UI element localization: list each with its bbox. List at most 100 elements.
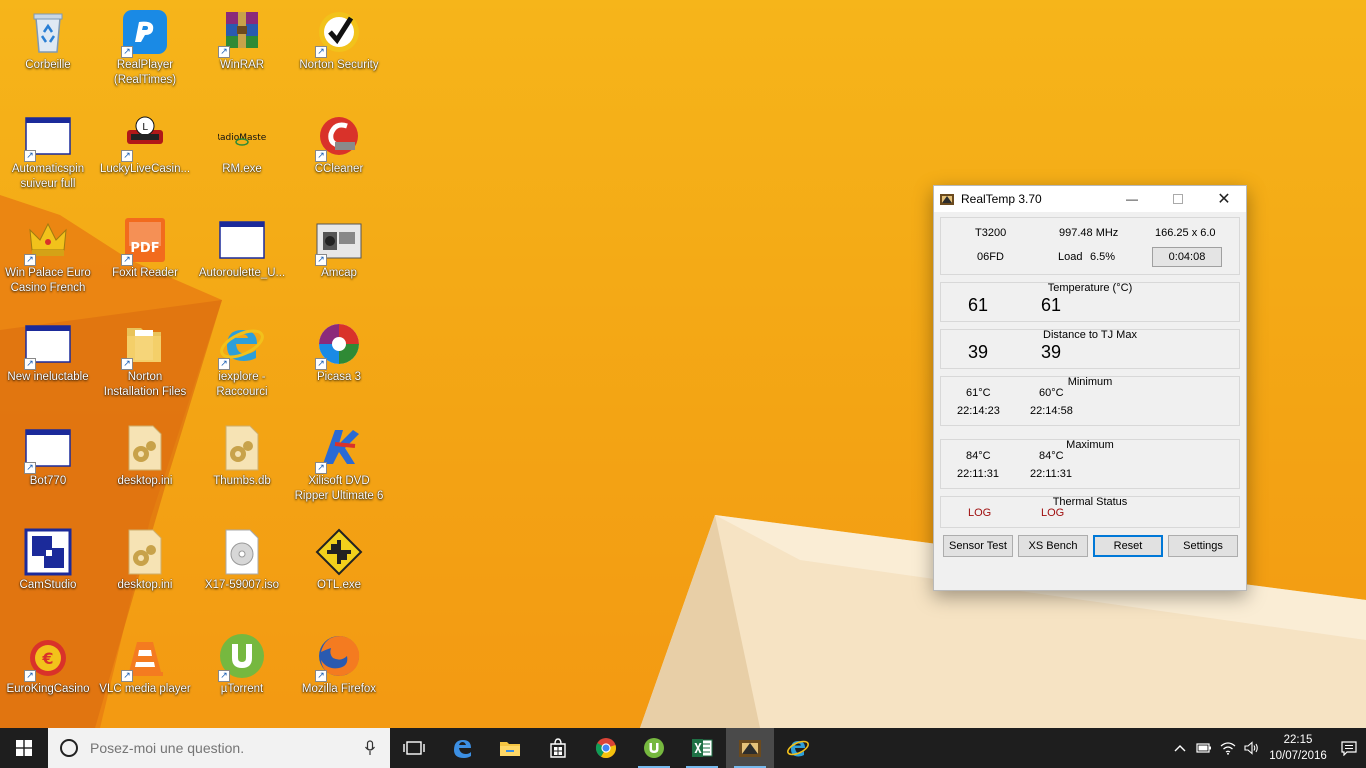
xs-bench-button[interactable]: XS Bench [1018, 535, 1088, 557]
settings-button[interactable]: Settings [1168, 535, 1238, 557]
desktop-icon[interactable]: ↗ New ineluctable [0, 312, 96, 412]
desktop-icon[interactable]: RadioMaster RM.exe [194, 104, 290, 204]
shortcut-arrow-icon: ↗ [121, 358, 133, 370]
desktop-icon[interactable]: ↗ Norton Security [291, 0, 387, 100]
desktop-icon[interactable]: ↗ Win Palace Euro Casino French [0, 208, 96, 308]
excel-icon [692, 739, 713, 757]
button-row: Sensor Test XS Bench Reset Settings [940, 535, 1240, 557]
desktop-icon[interactable]: ↗ Xilisoft DVD Ripper Ultimate 6 [291, 416, 387, 516]
reset-button[interactable]: Reset [1093, 535, 1163, 557]
taskbar-internet-explorer[interactable] [774, 728, 822, 768]
shortcut-arrow-icon: ↗ [24, 254, 36, 266]
maximize-icon [1173, 194, 1183, 204]
sensor-test-button[interactable]: Sensor Test [943, 535, 1013, 557]
wifi-button[interactable] [1216, 728, 1240, 768]
desktop-icon[interactable]: Corbeille [0, 0, 96, 100]
shortcut-arrow-icon: ↗ [315, 462, 327, 474]
minimize-icon: — [1126, 192, 1138, 206]
core1-min-temp: 60°C [1039, 387, 1064, 399]
close-button[interactable]: ✕ [1201, 186, 1247, 212]
taskbar-file-explorer[interactable] [486, 728, 534, 768]
search-input[interactable] [90, 740, 350, 756]
desktop-icon-label: Norton Security [299, 59, 379, 71]
recycle-bin-icon [24, 8, 72, 56]
desktop-icon-grid: Corbeille ↗ RealPlayer (RealTimes) ↗ WinRAR ↗… [0, 0, 400, 728]
shortcut-arrow-icon: ↗ [218, 670, 230, 682]
start-button[interactable] [0, 728, 48, 768]
desktop-icon[interactable]: ↗ Automaticspin suiveur full [0, 104, 96, 204]
core1-thermal-status: LOG [1041, 507, 1065, 519]
settings-file-icon [218, 424, 266, 472]
desktop-icon[interactable]: Autoroulette_U... [194, 208, 290, 308]
windows-logo-icon [16, 740, 32, 756]
desktop-icon[interactable]: ↗ iexplore - Raccourci [194, 312, 290, 412]
cpu-id: 06FD [977, 251, 1004, 263]
edge-icon [454, 740, 471, 758]
maximum-group: Maximum 84°C 84°C 22:11:31 22:11:31 [940, 439, 1240, 489]
desktop-icon-label: CamStudio [19, 579, 77, 591]
desktop-icon[interactable]: Thumbs.db [194, 416, 290, 516]
realtemp-window[interactable]: RealTemp 3.70 — ✕ T3200 997.48 MHz 166.2… [933, 185, 1247, 591]
action-center-button[interactable] [1332, 728, 1366, 768]
task-view-button[interactable] [390, 728, 438, 768]
desktop-icon[interactable]: ↗ RealPlayer (RealTimes) [97, 0, 193, 100]
microphone-icon[interactable] [364, 740, 376, 756]
core1-distance: 39 [1041, 342, 1062, 362]
taskbar-excel[interactable] [678, 728, 726, 768]
desktop-icon[interactable]: L ↗ LuckyLiveCasin... [97, 104, 193, 204]
shortcut-arrow-icon: ↗ [218, 46, 230, 58]
maximize-button[interactable] [1155, 186, 1201, 212]
radiomaster-icon: RadioMaster [218, 112, 266, 160]
realtemp-app-icon [739, 740, 761, 757]
desktop-icon[interactable]: € ↗ EuroKingCasino [0, 624, 96, 724]
cortana-icon [60, 739, 78, 757]
search-box[interactable] [48, 728, 390, 768]
desktop-icon[interactable]: ↗ Bot770 [0, 416, 96, 516]
volume-button[interactable] [1240, 728, 1264, 768]
taskbar-realtemp[interactable] [726, 728, 774, 768]
otl-icon [315, 528, 363, 576]
minimum-group: Minimum 61°C 60°C 22:14:23 22:14:58 [940, 376, 1240, 426]
desktop-icon-label: VLC media player [99, 683, 191, 695]
desktop-icon[interactable]: OTL.exe [291, 520, 387, 620]
desktop-icon[interactable]: desktop.ini [97, 520, 193, 620]
taskbar-edge[interactable] [438, 728, 486, 768]
shortcut-arrow-icon: ↗ [315, 358, 327, 370]
minimize-button[interactable]: — [1109, 186, 1155, 212]
title-bar[interactable]: RealTemp 3.70 — ✕ [934, 186, 1246, 212]
desktop-icon[interactable]: ↗ CCleaner [291, 104, 387, 204]
taskbar-chrome[interactable] [582, 728, 630, 768]
taskbar-store[interactable] [534, 728, 582, 768]
battery-button[interactable] [1192, 728, 1216, 768]
internet-explorer-icon [787, 740, 809, 757]
desktop-icon[interactable]: ↗ Mozilla Firefox [291, 624, 387, 724]
desktop-icon-label: desktop.ini [117, 475, 173, 487]
settings-file-icon [121, 528, 169, 576]
core0-max-temp: 84°C [966, 450, 991, 462]
ccleaner-icon: ↗ [315, 112, 363, 162]
realplayer-icon: ↗ [121, 8, 169, 58]
desktop-icon[interactable]: ↗ µTorrent [194, 624, 290, 724]
desktop-icon[interactable]: ↗ Norton Installation Files [97, 312, 193, 412]
desktop-icon[interactable]: PDF ↗ Foxit Reader [97, 208, 193, 308]
wifi-icon [1220, 742, 1236, 755]
settings-file-icon [121, 424, 169, 472]
notification-icon [1341, 741, 1357, 756]
clock[interactable]: 22:15 10/07/2016 [1264, 732, 1332, 764]
desktop-icon[interactable]: CamStudio [0, 520, 96, 620]
crown-icon: ↗ [24, 216, 72, 266]
show-hidden-icons-button[interactable] [1168, 728, 1192, 768]
desktop-icon[interactable]: ↗ Amcap [291, 208, 387, 308]
desktop-icon[interactable]: desktop.ini [97, 416, 193, 516]
core0-thermal-status: LOG [968, 507, 992, 519]
desktop-icon-label: RM.exe [222, 163, 262, 175]
desktop-icon-label: µTorrent [220, 683, 264, 695]
desktop-icon[interactable]: ↗ VLC media player [97, 624, 193, 724]
taskbar-utorrent[interactable] [630, 728, 678, 768]
desktop-icon-label: Corbeille [25, 59, 71, 71]
desktop-icon[interactable]: ↗ WinRAR [194, 0, 290, 100]
desktop-icon[interactable]: X17-59007.iso [194, 520, 290, 620]
desktop-icon[interactable]: ↗ Picasa 3 [291, 312, 387, 412]
desktop-icon-label: Automaticspin suiveur full [11, 163, 85, 190]
desktop-icon-label: Foxit Reader [112, 267, 178, 279]
